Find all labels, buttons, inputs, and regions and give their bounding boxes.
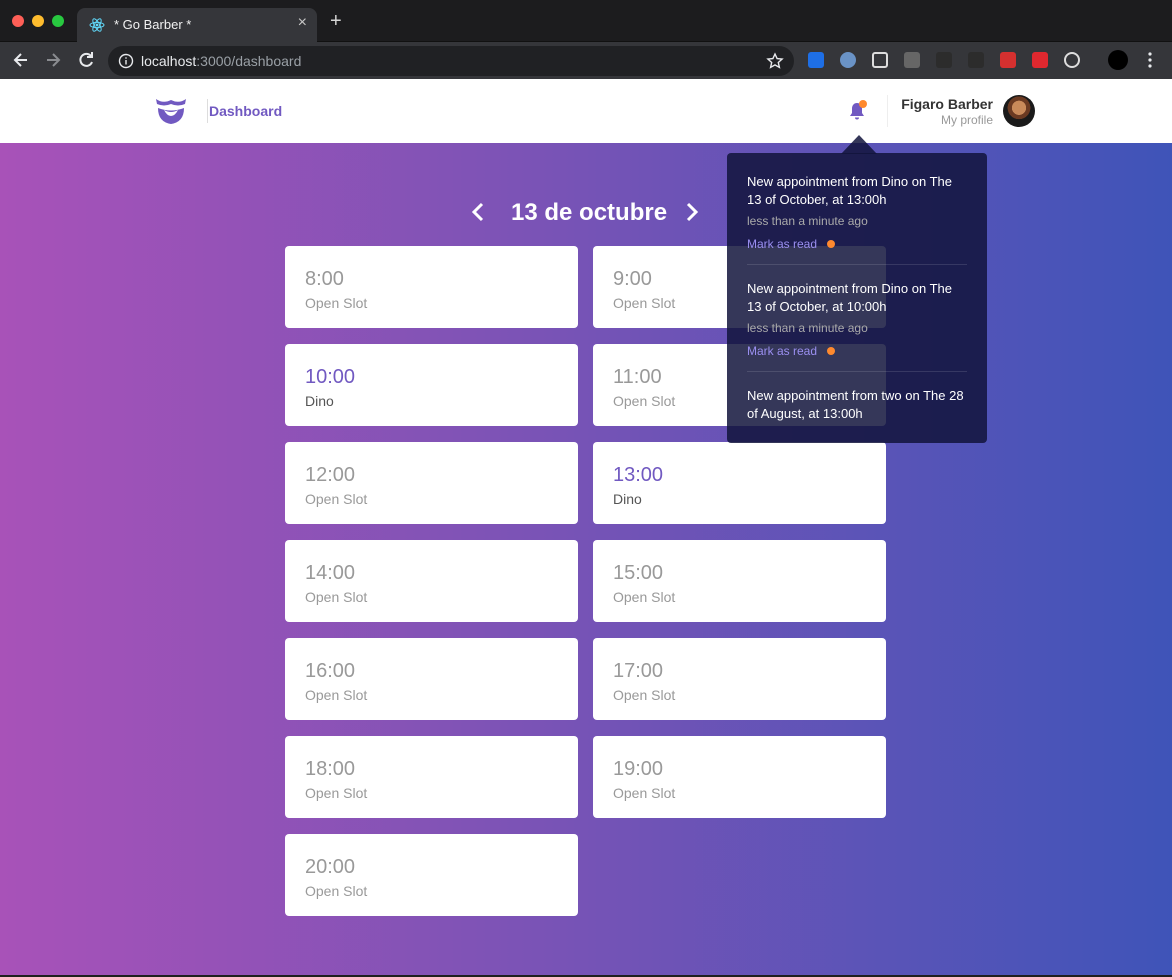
notification-text: New appointment from Dino on The 13 of O…	[747, 281, 952, 314]
notification-divider	[747, 371, 967, 372]
slot-status: Open Slot	[613, 589, 676, 605]
slot-status: Open Slot	[305, 589, 368, 605]
gobarber-logo-icon[interactable]	[154, 95, 188, 125]
booked-slot-card[interactable]: 10:00 Dino	[285, 344, 578, 426]
slot-time: 13:00	[613, 464, 664, 486]
dashboard-link[interactable]: Dashboard	[209, 103, 282, 119]
browser-tab[interactable]: * Go Barber * ×	[77, 8, 317, 42]
open-slot-card[interactable]: 15:00 Open Slot	[593, 540, 886, 622]
notifications-popover-arrow	[841, 135, 877, 154]
header-divider	[887, 95, 888, 127]
open-slot-card[interactable]: 14:00 Open Slot	[285, 540, 578, 622]
tab-title: * Go Barber *	[114, 17, 192, 32]
address-bar[interactable]: localhost:3000/dashboard	[108, 46, 794, 76]
mark-as-read-label: Mark as read	[747, 237, 818, 251]
dropbox-extension-icon[interactable]	[808, 52, 824, 68]
extension-icon[interactable]	[904, 52, 920, 68]
unread-dot	[827, 347, 836, 355]
slot-time: 10:00	[305, 366, 356, 388]
slot-status: Open Slot	[305, 883, 368, 899]
slot-time: 14:00	[305, 562, 356, 584]
slot-status: Open Slot	[305, 295, 368, 311]
slot-time: 15:00	[613, 562, 664, 584]
browser-profile-avatar[interactable]	[1108, 50, 1128, 70]
slot-time: 19:00	[613, 758, 664, 780]
notification-text: New appointment from two on The 28 of Au…	[747, 388, 964, 421]
forward-icon[interactable]	[43, 50, 63, 70]
extension-icon[interactable]	[936, 52, 952, 68]
open-slot-card[interactable]: 17:00 Open Slot	[593, 638, 886, 720]
slot-status: Open Slot	[305, 491, 368, 507]
next-day-icon[interactable]	[681, 200, 703, 224]
notification-item: New appointment from Dino on The 13 of O…	[747, 173, 967, 253]
slot-time: 18:00	[305, 758, 356, 780]
unread-dot	[827, 240, 836, 248]
slot-time: 9:00	[613, 268, 652, 290]
new-tab-button[interactable]: +	[330, 11, 342, 31]
open-slot-card[interactable]: 18:00 Open Slot	[285, 736, 578, 818]
open-slot-card[interactable]: 19:00 Open Slot	[593, 736, 886, 818]
unread-badge	[859, 100, 867, 108]
extension-icon[interactable]	[840, 52, 856, 68]
slot-status: Open Slot	[305, 687, 368, 703]
notifications-popover: New appointment from Dino on The 13 of O…	[727, 153, 987, 443]
browser-menu-icon[interactable]	[1140, 50, 1160, 70]
slot-client-name: Dino	[305, 393, 334, 409]
url-path: :3000/dashboard	[196, 53, 302, 69]
profile-name: Figaro Barber	[901, 96, 993, 112]
slot-time: 11:00	[613, 366, 662, 388]
mark-as-read-label: Mark as read	[747, 344, 818, 358]
url-host: localhost	[141, 53, 197, 69]
window-maximize-button[interactable]	[52, 15, 64, 27]
notification-time: less than a minute ago	[747, 214, 868, 228]
slot-status: Open Slot	[613, 785, 676, 801]
extension-icon[interactable]	[968, 52, 984, 68]
slot-status: Open Slot	[613, 295, 676, 311]
cors-extension-icon[interactable]	[1032, 52, 1048, 68]
extension-icon[interactable]	[1064, 52, 1080, 68]
my-profile-link[interactable]: My profile	[941, 113, 993, 127]
app-header: Dashboard Figaro Barber My profile	[0, 79, 1172, 143]
dashboard-page: Dashboard Figaro Barber My profile 13 de…	[0, 79, 1172, 975]
slot-status: Open Slot	[613, 687, 676, 703]
window-minimize-button[interactable]	[32, 15, 44, 27]
back-icon[interactable]	[11, 50, 31, 70]
logo-divider	[207, 99, 208, 123]
open-slot-card[interactable]: 16:00 Open Slot	[285, 638, 578, 720]
notification-divider	[747, 264, 967, 265]
previous-day-icon[interactable]	[467, 200, 489, 224]
extension-icon[interactable]	[1000, 52, 1016, 68]
slot-time: 17:00	[613, 660, 664, 682]
open-slot-card[interactable]: 8:00 Open Slot	[285, 246, 578, 328]
slot-time: 12:00	[305, 464, 356, 486]
browser-tabbar: * Go Barber * × +	[0, 0, 1172, 42]
info-icon[interactable]	[118, 53, 134, 69]
avatar[interactable]	[1003, 95, 1035, 127]
current-date: 13 de octubre	[511, 199, 668, 226]
window-close-button[interactable]	[12, 15, 24, 27]
mark-as-read-button[interactable]: Mark as read	[747, 237, 836, 251]
date-navigator: 13 de octubre	[0, 197, 1172, 227]
notification-item: New appointment from two on The 28 of Au…	[747, 387, 967, 423]
booked-slot-card[interactable]: 13:00 Dino	[593, 442, 886, 524]
notification-time: less than a minute ago	[747, 321, 868, 335]
notification-text: New appointment from Dino on The 13 of O…	[747, 174, 952, 207]
browser-toolbar: localhost:3000/dashboard	[0, 42, 1172, 79]
url-text: localhost:3000/dashboard	[141, 53, 301, 69]
tab-close-icon[interactable]: ×	[298, 14, 307, 32]
slot-time: 16:00	[305, 660, 356, 682]
mark-as-read-button[interactable]: Mark as read	[747, 344, 836, 358]
slot-time: 20:00	[305, 856, 356, 878]
react-icon	[89, 18, 105, 32]
pocket-extension-icon[interactable]	[872, 52, 888, 68]
slot-status: Open Slot	[613, 393, 676, 409]
slot-status: Open Slot	[305, 785, 368, 801]
slot-client-name: Dino	[613, 491, 642, 507]
open-slot-card[interactable]: 20:00 Open Slot	[285, 834, 578, 916]
notification-item: New appointment from Dino on The 13 of O…	[747, 280, 967, 360]
bookmark-star-icon[interactable]	[766, 52, 784, 70]
slot-time: 8:00	[305, 268, 344, 290]
reload-icon[interactable]	[76, 50, 96, 70]
open-slot-card[interactable]: 12:00 Open Slot	[285, 442, 578, 524]
